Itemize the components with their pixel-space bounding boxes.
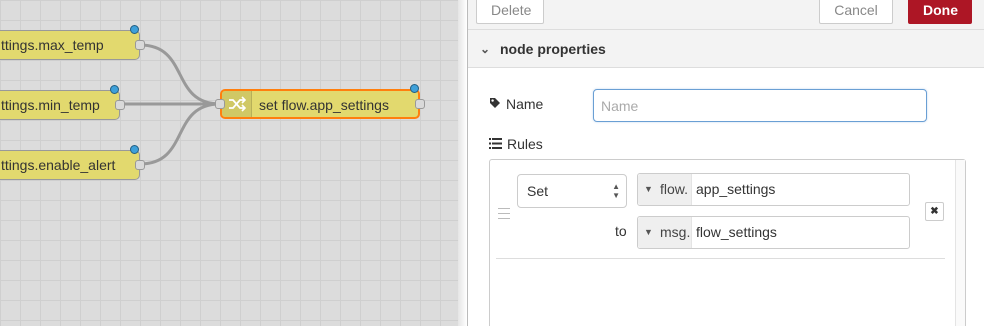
flow-canvas[interactable]: ttings.max_temp ttings.min_temp ttings.e… xyxy=(0,0,458,326)
type-selector-button[interactable]: ▼ msg. xyxy=(638,217,692,248)
list-icon xyxy=(489,138,502,152)
node-label: ttings.max_temp xyxy=(1,37,104,53)
delete-button[interactable]: Delete xyxy=(476,0,544,24)
chevron-down-icon: ⌄ xyxy=(480,42,491,56)
rule-divider xyxy=(496,258,945,259)
name-input[interactable] xyxy=(593,89,927,122)
tray-toolbar: Delete Cancel Done xyxy=(468,0,984,30)
rule-target-value: app_settings xyxy=(696,181,776,197)
node-properties-header[interactable]: ⌄ node properties xyxy=(468,30,984,68)
rules-list: Set ▲ ▼ ▼ flow. app_settings to ▼ msg. fl… xyxy=(489,159,966,326)
drag-handle-icon[interactable] xyxy=(498,208,510,223)
type-prefix: flow. xyxy=(660,181,689,197)
wire-max-temp xyxy=(139,43,221,106)
status-dot xyxy=(130,25,139,34)
shuffle-icon xyxy=(228,96,246,112)
type-selector-button[interactable]: ▼ flow. xyxy=(638,174,692,205)
node-label: ttings.min_temp xyxy=(1,97,100,113)
rules-label: Rules xyxy=(489,136,543,152)
edit-tray: Delete Cancel Done ⌄ node properties Nam… xyxy=(467,0,984,326)
output-port[interactable] xyxy=(115,100,125,110)
flow-node-change[interactable]: set flow.app_settings xyxy=(220,89,420,119)
section-title: node properties xyxy=(500,41,606,57)
status-dot xyxy=(130,145,139,154)
remove-rule-button[interactable]: ✖ xyxy=(925,202,944,221)
type-prefix: msg. xyxy=(660,224,691,240)
node-label: set flow.app_settings xyxy=(259,97,389,113)
to-label: to xyxy=(615,223,627,239)
flow-node-enable-alert[interactable]: ttings.enable_alert xyxy=(0,150,140,180)
rule-target-input[interactable]: ▼ flow. app_settings xyxy=(637,173,910,206)
output-port[interactable] xyxy=(135,40,145,50)
caret-down-icon: ▼ xyxy=(644,227,653,237)
close-icon: ✖ xyxy=(930,206,939,217)
rule-source-input[interactable]: ▼ msg. flow_settings xyxy=(637,216,910,249)
name-label-text: Name xyxy=(506,96,544,112)
tray-shadow xyxy=(458,0,467,326)
node-icon-area xyxy=(222,91,252,117)
output-port[interactable] xyxy=(135,160,145,170)
rule-action-value: Set xyxy=(527,183,549,199)
flow-node-min-temp[interactable]: ttings.min_temp xyxy=(0,90,120,120)
rule-source-value: flow_settings xyxy=(696,224,777,240)
rules-label-text: Rules xyxy=(507,136,543,152)
caret-down-icon: ▼ xyxy=(644,184,653,194)
status-dot xyxy=(410,84,419,93)
input-port[interactable] xyxy=(215,99,225,109)
select-arrows-icon: ▲ ▼ xyxy=(612,182,620,200)
rules-scrollbar[interactable] xyxy=(955,160,965,326)
cancel-button[interactable]: Cancel xyxy=(819,0,893,24)
output-port[interactable] xyxy=(415,99,425,109)
wire-enable-alert xyxy=(139,102,221,166)
status-dot xyxy=(110,85,119,94)
node-label: ttings.enable_alert xyxy=(1,157,116,173)
flow-node-max-temp[interactable]: ttings.max_temp xyxy=(0,30,140,60)
rule-action-select[interactable]: Set ▲ ▼ xyxy=(517,174,627,208)
name-label: Name xyxy=(489,96,543,112)
tag-icon xyxy=(489,97,501,112)
done-button[interactable]: Done xyxy=(908,0,972,24)
